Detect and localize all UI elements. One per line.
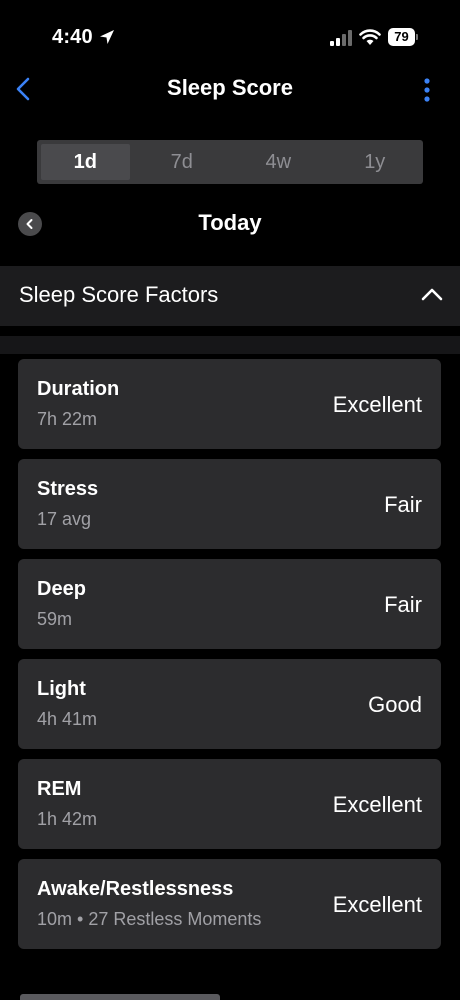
factor-rating: Fair xyxy=(384,492,422,517)
factor-rating: Fair xyxy=(384,592,422,617)
factor-name: REM xyxy=(37,778,82,800)
page-title: Sleep Score xyxy=(167,75,293,100)
factor-rating: Excellent xyxy=(332,892,422,917)
battery-level: 79 xyxy=(394,29,409,44)
factor-list: Duration 7h 22m Excellent Stress 17 avg … xyxy=(18,359,441,959)
factor-detail: 4h 41m xyxy=(37,709,98,729)
status-bar: 4:40 79 xyxy=(0,0,460,75)
factor-name: Stress xyxy=(37,478,99,500)
factor-card-stress[interactable]: Stress 17 avg Fair xyxy=(18,459,441,549)
factor-rating: Excellent xyxy=(332,792,422,817)
more-options-icon[interactable] xyxy=(420,76,434,104)
cellular-signal-icon xyxy=(330,30,352,46)
factor-detail: 17 avg xyxy=(37,509,92,529)
factor-card-light[interactable]: Light 4h 41m Good xyxy=(18,659,441,749)
battery-icon: 79 xyxy=(388,28,418,46)
location-arrow-icon xyxy=(100,30,114,44)
wifi-icon xyxy=(359,29,381,45)
factor-name: Light xyxy=(37,678,86,700)
factor-card-deep[interactable]: Deep 59m Fair xyxy=(18,559,441,649)
section-divider xyxy=(0,336,460,354)
factor-card-awake-restlessness[interactable]: Awake/Restlessness 10m • 27 Restless Mom… xyxy=(18,859,441,949)
section-header-sleep-score-factors[interactable]: Sleep Score Factors xyxy=(0,266,460,326)
tab-4w[interactable]: 4w xyxy=(230,140,327,184)
factor-name: Deep xyxy=(37,578,86,600)
factor-detail: 10m • 27 Restless Moments xyxy=(37,909,262,929)
factor-card-rem[interactable]: REM 1h 42m Excellent xyxy=(18,759,441,849)
status-time: 4:40 xyxy=(52,26,93,48)
date-label: Today xyxy=(198,210,262,235)
factor-detail: 1h 42m xyxy=(37,809,98,829)
range-selector: 1d 7d 4w 1y xyxy=(37,140,423,184)
factor-name: Awake/Restlessness xyxy=(37,878,234,900)
chevron-up-icon[interactable] xyxy=(420,284,444,304)
factor-name: Duration xyxy=(37,378,120,400)
factor-detail: 59m xyxy=(37,609,73,629)
section-title: Sleep Score Factors xyxy=(19,282,219,307)
factor-detail: 7h 22m xyxy=(37,409,98,429)
factor-rating: Good xyxy=(368,692,422,717)
factor-rating: Excellent xyxy=(332,392,422,417)
tab-1d[interactable]: 1d xyxy=(37,140,134,184)
tab-1y[interactable]: 1y xyxy=(327,140,424,184)
factor-card-duration[interactable]: Duration 7h 22m Excellent xyxy=(18,359,441,449)
scroll-indicator xyxy=(20,994,220,1000)
tab-7d[interactable]: 7d xyxy=(134,140,231,184)
